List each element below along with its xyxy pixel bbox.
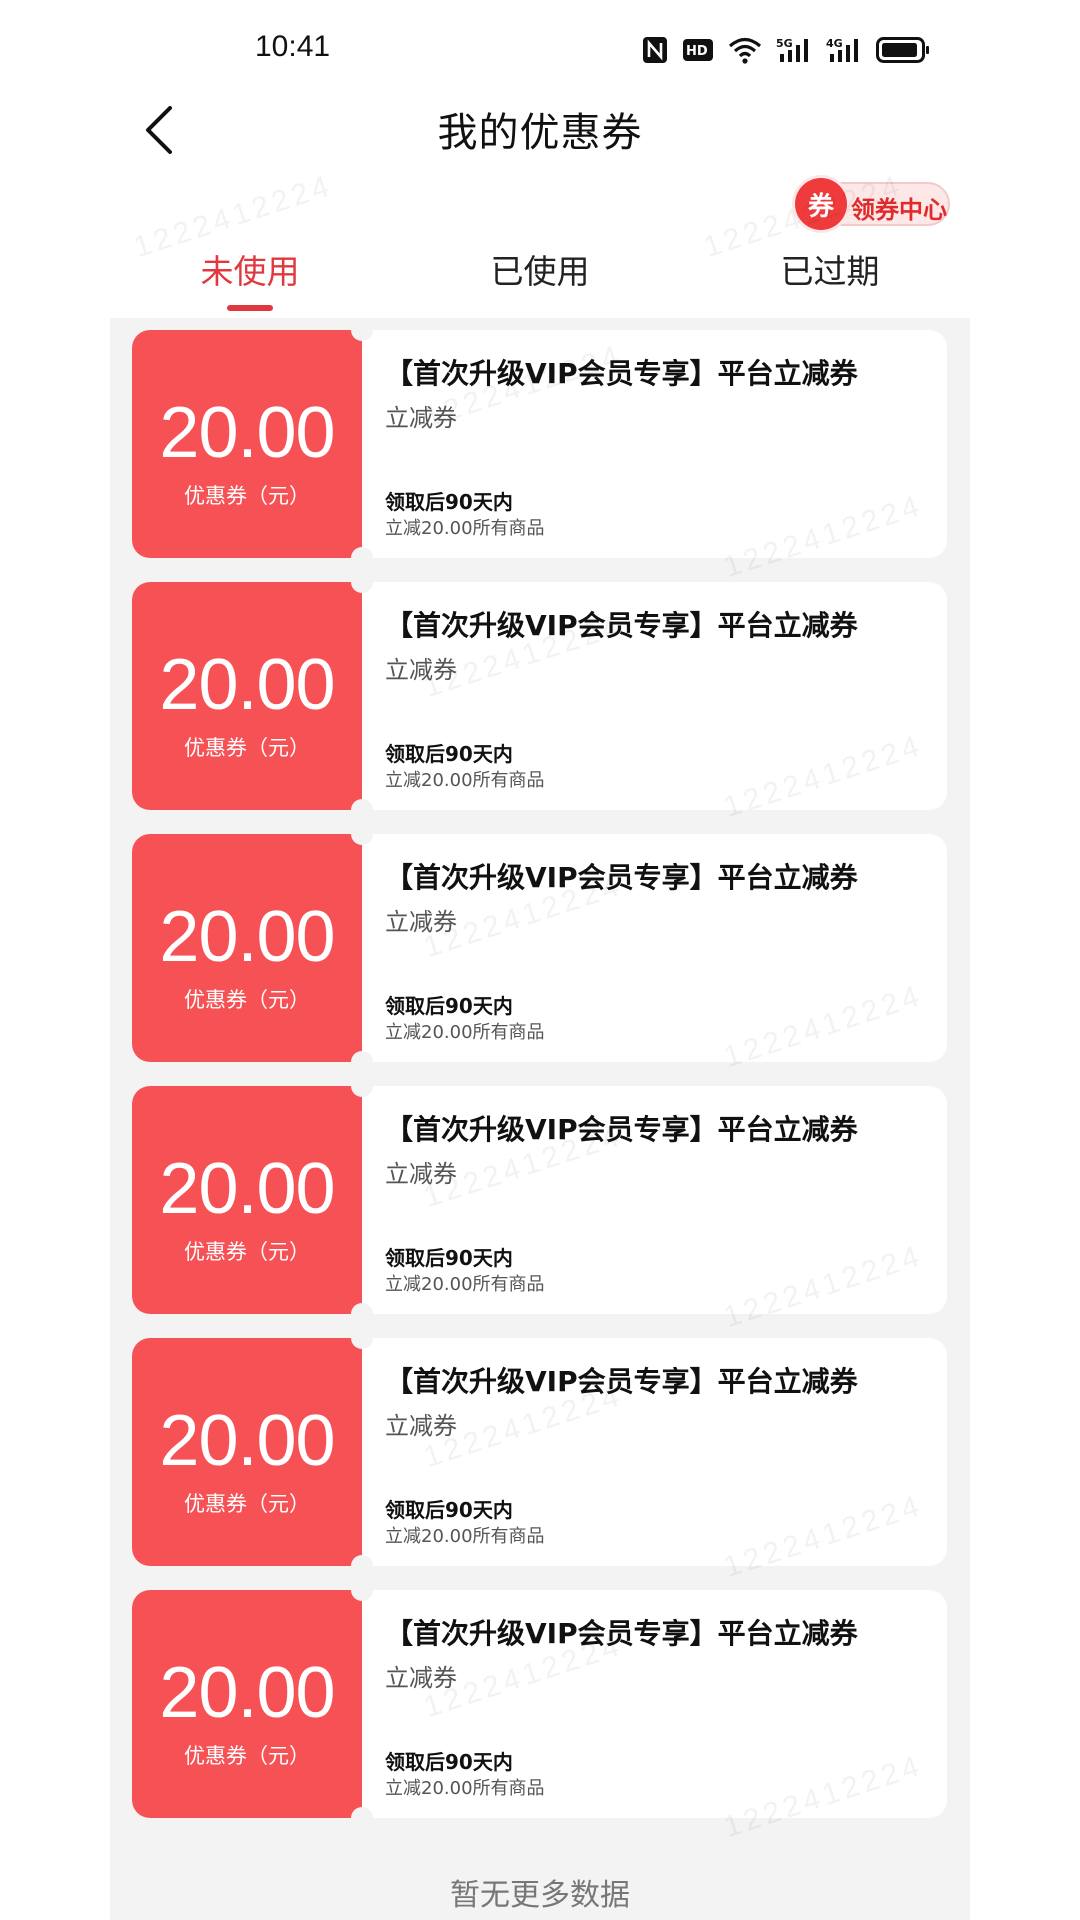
coupon-validity: 领取后90天内 bbox=[385, 1750, 513, 1774]
coupon-validity: 领取后90天内 bbox=[385, 742, 513, 766]
coupon-desc: 立减20.00所有商品 bbox=[385, 1778, 545, 1799]
status-icons: HD 5G 4G bbox=[642, 34, 930, 66]
coupon-card[interactable]: 20.00 优惠券（元） 【首次升级VIP会员专享】平台立减券 立减券 领取后9… bbox=[132, 571, 947, 821]
tab-expired[interactable]: 已过期 bbox=[710, 245, 950, 315]
coupon-title: 【首次升级VIP会员专享】平台立减券 bbox=[385, 1617, 858, 1650]
coupon-notch bbox=[351, 1327, 373, 1349]
signal-5g-icon: 5G bbox=[776, 34, 812, 66]
coupon-desc: 立减20.00所有商品 bbox=[385, 1022, 545, 1043]
coupon-card[interactable]: 20.00 优惠券（元） 【首次升级VIP会员专享】平台立减券 立减券 领取后9… bbox=[132, 1327, 947, 1577]
tab-label: 已过期 bbox=[780, 252, 880, 291]
coupon-type: 立减券 bbox=[385, 1412, 457, 1440]
coupon-validity: 领取后90天内 bbox=[385, 1246, 513, 1270]
coupon-amount: 20.00 bbox=[159, 1653, 335, 1733]
coupon-notch bbox=[351, 1075, 373, 1097]
coupon-notch bbox=[351, 319, 373, 341]
coupon-type: 立减券 bbox=[385, 1160, 457, 1188]
coupon-amount-panel: 20.00 优惠券（元） bbox=[132, 1338, 362, 1566]
coupon-unit: 优惠券（元） bbox=[184, 1492, 310, 1516]
coupon-unit: 优惠券（元） bbox=[184, 484, 310, 508]
coupon-center-label: 领券中心 bbox=[851, 196, 947, 224]
coupon-desc: 立减20.00所有商品 bbox=[385, 1526, 545, 1547]
coupon-card[interactable]: 20.00 优惠券（元） 【首次升级VIP会员专享】平台立减券 立减券 领取后9… bbox=[132, 1075, 947, 1325]
coupon-type: 立减券 bbox=[385, 404, 457, 432]
coupon-unit: 优惠券（元） bbox=[184, 1240, 310, 1264]
coupon-type: 立减券 bbox=[385, 656, 457, 684]
coupon-card[interactable]: 20.00 优惠券（元） 【首次升级VIP会员专享】平台立减券 立减券 领取后9… bbox=[132, 823, 947, 1073]
tab-used[interactable]: 已使用 bbox=[420, 245, 660, 315]
coupon-title: 【首次升级VIP会员专享】平台立减券 bbox=[385, 357, 858, 390]
coupon-center-button[interactable]: 券 领券中心 bbox=[795, 178, 950, 230]
coupon-notch bbox=[351, 823, 373, 845]
coupon-validity: 领取后90天内 bbox=[385, 994, 513, 1018]
coupon-amount: 20.00 bbox=[159, 1401, 335, 1481]
coupon-unit: 优惠券（元） bbox=[184, 1744, 310, 1768]
coupon-notch bbox=[351, 1303, 373, 1325]
coupon-notch bbox=[351, 1807, 373, 1829]
coupon-notch bbox=[351, 547, 373, 569]
coupon-title: 【首次升级VIP会员专享】平台立减券 bbox=[385, 609, 858, 642]
coupon-amount: 20.00 bbox=[159, 645, 335, 725]
coupon-notch bbox=[351, 1579, 373, 1601]
coupon-desc: 立减20.00所有商品 bbox=[385, 518, 545, 539]
battery-icon bbox=[876, 34, 930, 66]
signal-4g-icon: 4G bbox=[826, 34, 862, 66]
coupon-amount-panel: 20.00 优惠券（元） bbox=[132, 1086, 362, 1314]
coupon-card[interactable]: 20.00 优惠券（元） 【首次升级VIP会员专享】平台立减券 立减券 领取后9… bbox=[132, 319, 947, 569]
coupon-unit: 优惠券（元） bbox=[184, 988, 310, 1012]
status-time: 10:41 bbox=[255, 30, 331, 63]
coupon-card[interactable]: 20.00 优惠券（元） 【首次升级VIP会员专享】平台立减券 立减券 领取后9… bbox=[132, 1579, 947, 1829]
coupon-amount: 20.00 bbox=[159, 897, 335, 977]
coupon-notch bbox=[351, 1555, 373, 1577]
no-more-data-label: 暂无更多数据 bbox=[450, 1878, 630, 1913]
svg-text:4G: 4G bbox=[826, 37, 843, 50]
coupon-title: 【首次升级VIP会员专享】平台立减券 bbox=[385, 1365, 858, 1398]
coupon-badge-icon: 券 bbox=[795, 178, 847, 230]
coupon-title: 【首次升级VIP会员专享】平台立减券 bbox=[385, 1113, 858, 1146]
coupon-notch bbox=[351, 799, 373, 821]
coupon-desc: 立减20.00所有商品 bbox=[385, 1274, 545, 1295]
coupon-validity: 领取后90天内 bbox=[385, 1498, 513, 1522]
coupon-type: 立减券 bbox=[385, 908, 457, 936]
tab-label: 已使用 bbox=[490, 252, 590, 291]
coupon-amount-panel: 20.00 优惠券（元） bbox=[132, 582, 362, 810]
svg-text:5G: 5G bbox=[776, 37, 793, 50]
coupon-amount-panel: 20.00 优惠券（元） bbox=[132, 834, 362, 1062]
tab-label: 未使用 bbox=[200, 252, 300, 291]
nfc-icon bbox=[642, 34, 668, 66]
coupon-notch bbox=[351, 1051, 373, 1073]
coupon-desc: 立减20.00所有商品 bbox=[385, 770, 545, 791]
hd-icon: HD bbox=[682, 34, 714, 66]
tab-active-indicator bbox=[227, 305, 273, 311]
coupon-amount-panel: 20.00 优惠券（元） bbox=[132, 330, 362, 558]
svg-text:HD: HD bbox=[686, 44, 708, 59]
coupon-title: 【首次升级VIP会员专享】平台立减券 bbox=[385, 861, 858, 894]
coupon-amount-panel: 20.00 优惠券（元） bbox=[132, 1590, 362, 1818]
tab-unused[interactable]: 未使用 bbox=[130, 245, 370, 315]
coupon-type: 立减券 bbox=[385, 1664, 457, 1692]
coupon-unit: 优惠券（元） bbox=[184, 736, 310, 760]
wifi-icon bbox=[728, 34, 762, 66]
coupon-validity: 领取后90天内 bbox=[385, 490, 513, 514]
coupon-notch bbox=[351, 571, 373, 593]
coupon-amount: 20.00 bbox=[159, 1149, 335, 1229]
tab-bar: 未使用 已使用 已过期 bbox=[110, 245, 970, 315]
status-bar: 10:41 HD 5G 4G bbox=[0, 0, 1080, 100]
coupon-amount: 20.00 bbox=[159, 393, 335, 473]
page-title: 我的优惠券 bbox=[437, 110, 643, 156]
